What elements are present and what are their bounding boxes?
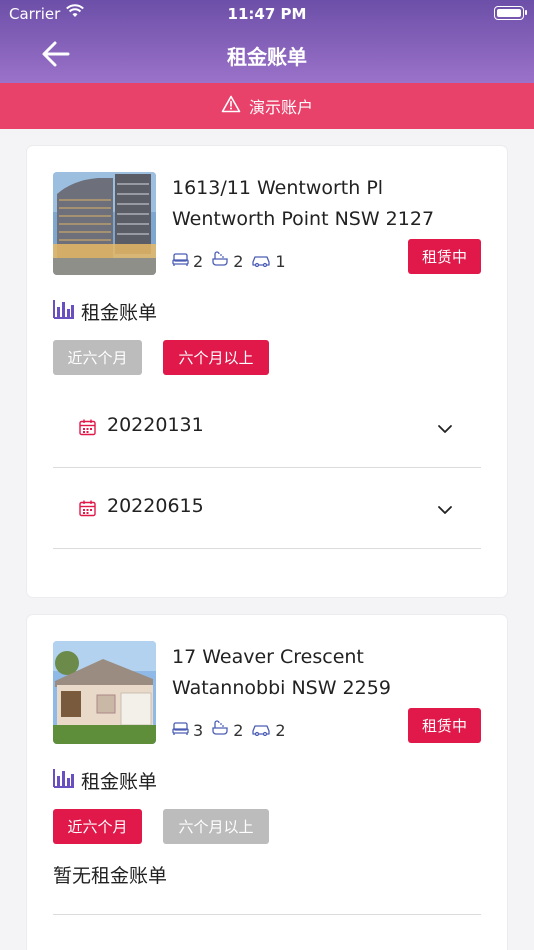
- property-photo[interactable]: [53, 641, 156, 744]
- chevron-down-icon[interactable]: [437, 500, 453, 519]
- car-count: 1: [275, 251, 286, 271]
- bed-count: 3: [193, 720, 204, 740]
- tab-last-six-months[interactable]: 近六个月: [53, 340, 142, 375]
- calendar-icon: [79, 419, 96, 440]
- tab-over-six-months[interactable]: 六个月以上: [163, 809, 269, 844]
- tab-last-six-months[interactable]: 近六个月: [53, 809, 142, 844]
- car-count: 2: [275, 720, 286, 740]
- battery-icon: [494, 6, 527, 20]
- car-feature: 2: [251, 720, 286, 740]
- car-feature: 1: [251, 251, 286, 271]
- property-features: 3 2 2: [172, 720, 294, 740]
- nav-bar: 租金账单: [0, 28, 534, 83]
- car-icon: [251, 252, 275, 271]
- clock: 11:47 PM: [227, 5, 307, 23]
- bath-count: 2: [233, 720, 244, 740]
- property-card: 17 Weaver Crescent Watannobbi NSW 2259 3…: [27, 615, 507, 950]
- chevron-down-icon[interactable]: [437, 419, 453, 438]
- bath-count: 2: [233, 251, 244, 271]
- property-features: 2 2 1: [172, 251, 294, 271]
- status-bar: Carrier 11:47 PM: [0, 0, 534, 28]
- bed-icon: [172, 252, 193, 271]
- bill-row[interactable]: 20220131: [53, 387, 481, 468]
- address-line-2: Watannobbi NSW 2259: [172, 677, 391, 699]
- bed-feature: 2: [172, 252, 203, 271]
- status-badge: 租赁中: [408, 239, 481, 274]
- property-card: 1613/11 Wentworth Pl Wentworth Point NSW…: [27, 146, 507, 597]
- section-title-text: 租金账单: [81, 771, 158, 793]
- bill-date: 20220131: [107, 414, 204, 436]
- bill-row[interactable]: 20220615: [53, 468, 481, 549]
- tab-over-six-months[interactable]: 六个月以上: [163, 340, 269, 375]
- bill-date: 20220615: [107, 495, 204, 517]
- bath-feature: 2: [211, 720, 243, 740]
- app-header: Carrier 11:47 PM 租金账单: [0, 0, 534, 83]
- bed-icon: [172, 721, 193, 740]
- address-line-2: Wentworth Point NSW 2127: [172, 208, 435, 230]
- divider: [53, 914, 481, 915]
- warning-icon: [221, 95, 249, 117]
- address-line-1: 1613/11 Wentworth Pl: [172, 177, 384, 199]
- address-line-1: 17 Weaver Crescent: [172, 646, 364, 668]
- rent-bill-heading: 租金账单: [53, 767, 157, 794]
- bath-icon: [211, 251, 233, 271]
- bar-chart-icon: [53, 768, 81, 793]
- bath-feature: 2: [211, 251, 243, 271]
- calendar-icon: [79, 500, 96, 521]
- bath-icon: [211, 720, 233, 740]
- rent-bill-heading: 租金账单: [53, 298, 157, 325]
- car-icon: [251, 721, 275, 740]
- banner-text: 演示账户: [248, 98, 313, 117]
- demo-account-banner: 演示账户: [0, 83, 534, 129]
- bar-chart-icon: [53, 299, 81, 324]
- section-title-text: 租金账单: [81, 302, 158, 324]
- bed-count: 2: [193, 251, 204, 271]
- page-title: 租金账单: [227, 45, 307, 69]
- status-badge: 租赁中: [408, 708, 481, 743]
- empty-bills-message: 暂无租金账单: [53, 865, 168, 887]
- property-photo[interactable]: [53, 172, 156, 275]
- bed-feature: 3: [172, 721, 203, 740]
